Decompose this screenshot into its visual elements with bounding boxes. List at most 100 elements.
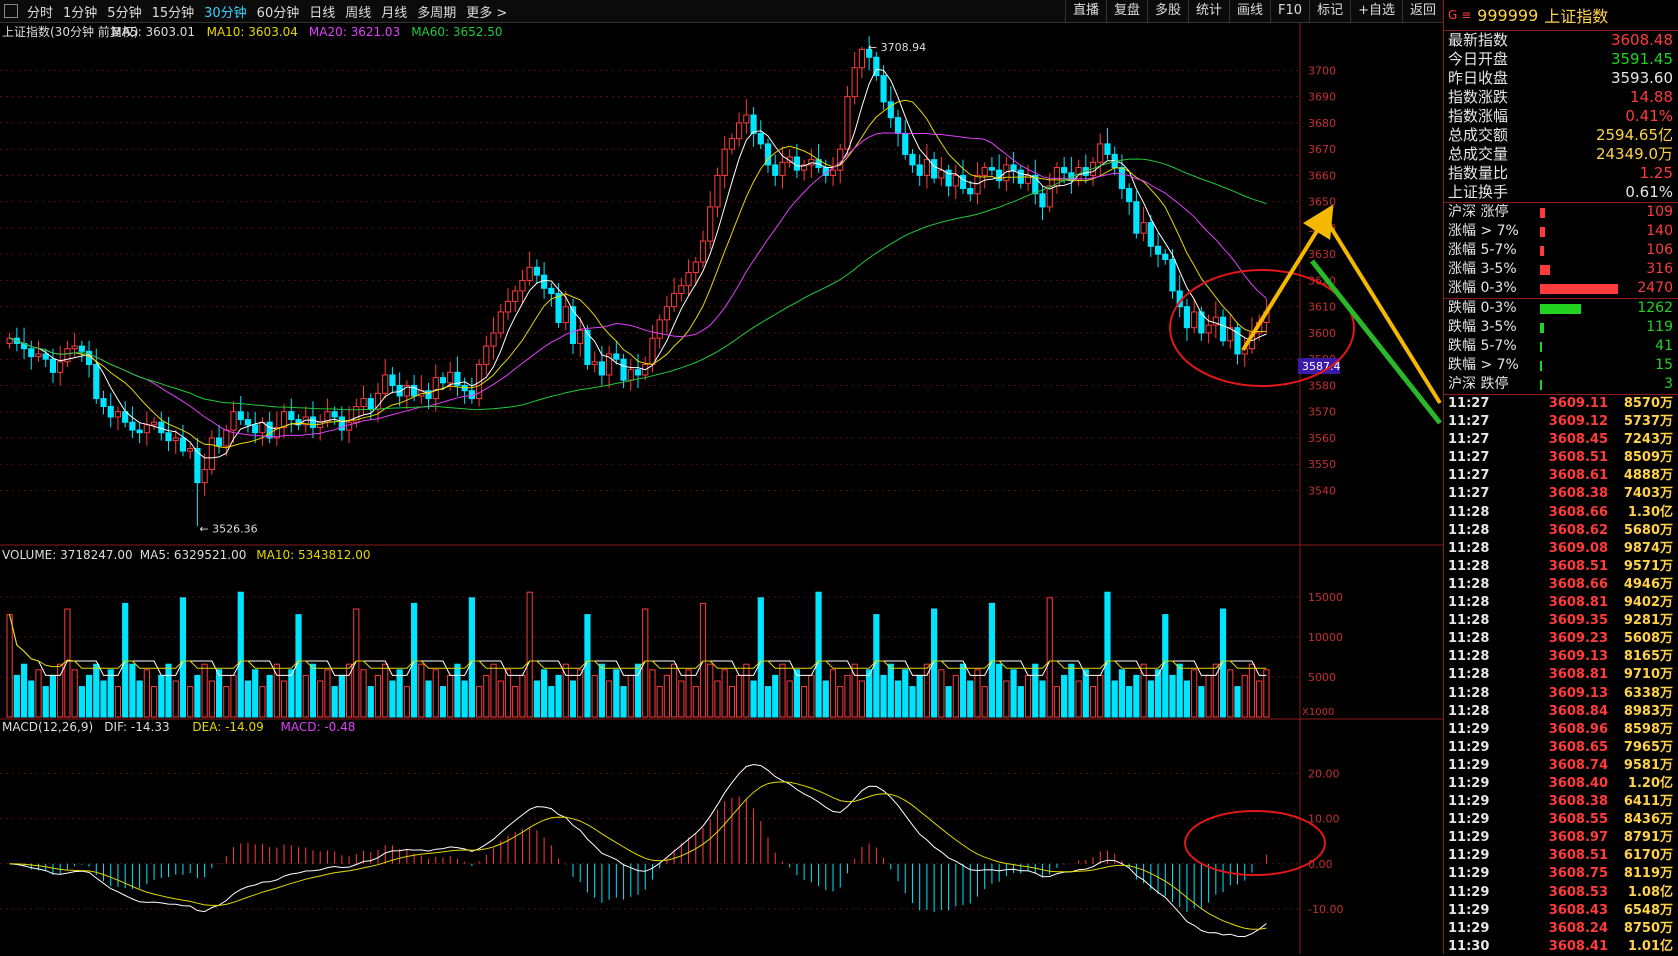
tick-row[interactable]: 11:29 3608.51 6170万 [1444,847,1678,865]
tab-10[interactable]: 更多 > [461,2,512,21]
tab-7[interactable]: 周线 [340,2,376,21]
tick-row[interactable]: 11:29 3608.74 9581万 [1444,757,1678,775]
tick-row[interactable]: 11:28 3608.62 5680万 [1444,522,1678,540]
tick-row[interactable]: 11:29 3608.24 8750万 [1444,920,1678,938]
candle-body [187,447,194,452]
tick-row[interactable]: 11:29 3608.65 7965万 [1444,739,1678,757]
tick-row[interactable]: 11:27 3608.51 8509万 [1444,449,1678,467]
tick-row[interactable]: 11:29 3608.96 8598万 [1444,721,1678,739]
tick-row[interactable]: 11:30 3608.41 1.01亿 [1444,938,1678,956]
volume-bar [533,680,540,718]
volume-bar [873,614,880,718]
candle-body [143,424,150,434]
tab-5[interactable]: 60分钟 [252,2,305,21]
tab-1[interactable]: 1分钟 [58,2,102,21]
candle-body [1169,258,1176,292]
tick-row[interactable]: 11:28 3608.84 8983万 [1444,703,1678,721]
tick-row[interactable]: 11:27 3608.45 7243万 [1444,431,1678,449]
tick-row[interactable]: 11:29 3608.75 8119万 [1444,865,1678,883]
ma5-line [9,68,1267,459]
tick-row[interactable]: 11:29 3608.97 8791万 [1444,829,1678,847]
volume-bar [750,680,757,718]
menu-icon[interactable] [4,4,18,18]
tick-row[interactable]: 11:29 3608.38 6411万 [1444,793,1678,811]
tab-9[interactable]: 多周期 [412,2,461,21]
tick-row[interactable]: 11:29 3608.43 6548万 [1444,902,1678,920]
tick-row[interactable]: 11:29 3608.53 1.08亿 [1444,884,1678,902]
candle-body [779,161,786,176]
tick-row[interactable]: 11:29 3608.40 1.20亿 [1444,775,1678,793]
candle-body [172,437,179,442]
tick-volume: 9581万 [1623,757,1673,773]
tick-volume: 6338万 [1623,685,1673,701]
toolbar-button-8[interactable]: 返回 [1401,0,1443,22]
volume-bar [418,663,425,718]
tick-row[interactable]: 11:28 3609.13 8165万 [1444,648,1678,666]
tick-price: 3608.24 [1548,920,1608,936]
volume-bar [468,597,475,718]
breadth-bar [1540,303,1581,314]
volume-bar [1234,686,1241,718]
volume-bar [764,686,772,718]
volume-bar [743,663,750,718]
candle-body [938,169,945,179]
symbol-name: 上证指数 [1544,7,1609,26]
candle-body [374,392,382,410]
volume-bar [1256,680,1263,718]
chart-area[interactable]: 3540355035603570358035903600361036203630… [0,23,1443,954]
tab-2[interactable]: 5分钟 [102,2,146,21]
y-tick-label: 3630 [1308,248,1336,261]
toolbar-button-2[interactable]: 多股 [1146,0,1188,22]
tick-row[interactable]: 11:28 3608.81 9402万 [1444,594,1678,612]
legend-vol-ma5: MA5: 6329521.00 [140,548,247,562]
candle-body [620,358,627,381]
tick-row[interactable]: 11:28 3608.51 9571万 [1444,558,1678,576]
tick-row[interactable]: 11:28 3609.35 9281万 [1444,612,1678,630]
tick-time: 11:27 [1448,486,1490,502]
tab-8[interactable]: 月线 [376,2,412,21]
toolbar-button-0[interactable]: 直播 [1064,0,1106,22]
tab-0[interactable]: 分时 [22,2,58,21]
candle-body [208,437,215,470]
quote-row: 今日开盘 3591.45 [1444,50,1678,69]
candle-body [252,424,259,434]
volume-bar [165,663,172,718]
tick-row[interactable]: 11:27 3608.38 7403万 [1444,485,1678,503]
tick-row[interactable]: 11:27 3608.61 4888万 [1444,467,1678,485]
toolbar-button-1[interactable]: 复盘 [1105,0,1147,22]
tick-row[interactable]: 11:28 3609.08 9874万 [1444,540,1678,558]
volume-bar [288,669,295,718]
tick-row[interactable]: 11:28 3609.13 6338万 [1444,685,1678,703]
volume-bar [172,680,179,718]
tick-volume: 8509万 [1623,450,1673,466]
toolbar-button-6[interactable]: 标记 [1309,0,1350,22]
volume-bar [1241,674,1248,718]
tab-6[interactable]: 日线 [304,2,340,21]
tick-row[interactable]: 11:28 3608.66 1.30亿 [1444,504,1678,522]
volume-bar [1118,669,1126,718]
tick-volume: 7243万 [1623,432,1673,448]
toolbar-button-3[interactable]: 统计 [1188,0,1229,22]
toolbar-button-7[interactable]: +自选 [1350,0,1402,22]
tab-3[interactable]: 15分钟 [147,2,200,21]
toolbar-button-4[interactable]: 画线 [1229,0,1270,22]
tick-volume: 9402万 [1623,595,1673,611]
tick-row[interactable]: 11:28 3608.66 4946万 [1444,576,1678,594]
candle-body [266,421,273,439]
tick-volume: 8165万 [1623,649,1673,665]
tick-price: 3608.55 [1548,812,1608,828]
macd-legend-title: MACD(12,26,9) [2,720,93,734]
tick-row[interactable]: 11:29 3608.55 8436万 [1444,811,1678,829]
toolbar-button-5[interactable]: F10 [1270,0,1309,22]
tab-4[interactable]: 30分钟 [199,2,252,21]
tick-row[interactable]: 11:28 3609.23 5608万 [1444,630,1678,648]
low-label: ← 3526.36 [199,522,257,535]
tick-row[interactable]: 11:27 3609.11 8570万 [1444,395,1678,413]
candle-body [757,132,764,145]
tick-row[interactable]: 11:28 3608.81 9710万 [1444,666,1678,684]
tick-row[interactable]: 11:27 3609.12 5737万 [1444,413,1678,431]
candle-body [345,421,353,431]
tick-list[interactable]: 11:27 3609.11 8570万 11:27 3609.12 5737万 11:27 3… [1444,394,1678,956]
volume-bar [837,686,844,718]
candle-body [598,361,605,376]
